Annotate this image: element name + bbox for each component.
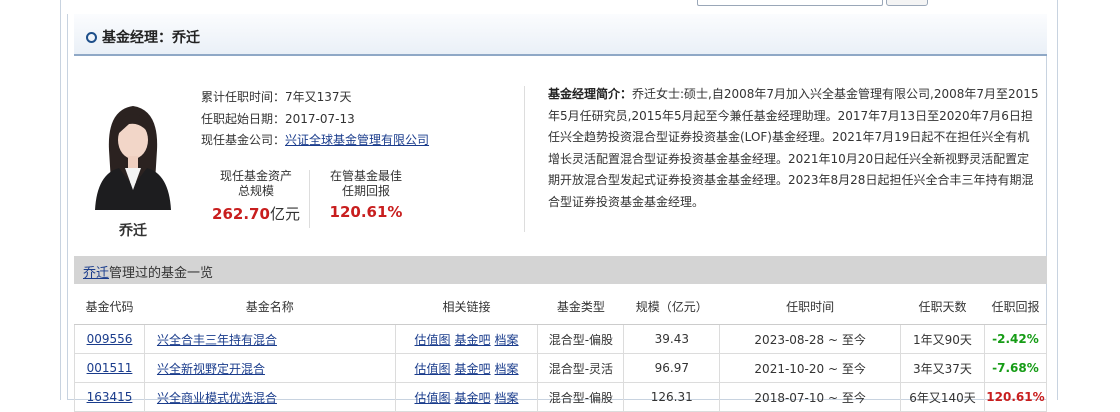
tenure-value: 7年又137天 <box>285 90 352 104</box>
table-header-row: 基金代码 基金名称 相关链接 基金类型 规模（亿元） 任职时间 任职天数 任职回… <box>74 288 1047 325</box>
table-row: 163415 兴全商业模式优选混合 估值图 基金吧 档案 混合型-偏股 126.31… <box>74 382 1048 412</box>
assets-label-line2: 总规模 <box>237 184 274 198</box>
company-label: 现任基金公司： <box>201 133 286 147</box>
fund-forum-link[interactable]: 基金吧 <box>455 362 491 376</box>
search-button[interactable] <box>886 0 928 6</box>
fund-name-link[interactable]: 兴全合丰三年持有混合 <box>157 333 277 347</box>
funds-section-header: 乔迁管理过的基金一览 <box>74 256 1047 284</box>
funds-section-title-rest: 管理过的基金一览 <box>109 266 214 281</box>
fund-type: 混合型-偏股 <box>537 382 625 412</box>
tenure-return: -2.42% <box>983 324 1048 354</box>
fund-size: 96.97 <box>623 353 721 383</box>
manager-name-link[interactable]: 乔迁 <box>83 266 109 281</box>
tenure-label: 累计任职时间： <box>201 90 286 104</box>
col-header: 基金名称 <box>144 288 396 325</box>
valuation-chart-link[interactable]: 估值图 <box>415 333 451 347</box>
tenure-period: 2023-08-28 ~ 至今 <box>719 324 902 354</box>
assets-label: 现任基金资产 总规模 <box>208 169 304 199</box>
bio-text: 乔迁女士:硕士,自2008年7月加入兴全基金管理有限公司,2008年7月至201… <box>548 87 1039 209</box>
fund-profile-link[interactable]: 档案 <box>495 391 519 405</box>
funds-section-title: 乔迁管理过的基金一览 <box>83 262 213 281</box>
col-header: 相关链接 <box>395 288 538 325</box>
tenure-period: 2021-10-20 ~ 至今 <box>719 353 902 383</box>
start-date-value: 2017-07-13 <box>285 112 355 126</box>
start-date-label: 任职起始日期： <box>201 112 286 126</box>
tenure-return: 120.61% <box>983 382 1048 412</box>
fund-profile-link[interactable]: 档案 <box>495 333 519 347</box>
tenure-line: 累计任职时间：7年又137天 <box>201 88 352 105</box>
col-header: 基金代码 <box>74 288 145 325</box>
fund-size: 126.31 <box>623 382 721 412</box>
manager-photo <box>89 90 177 210</box>
assets-value: 262.70亿元 <box>208 203 304 224</box>
fund-type: 混合型-灵活 <box>537 353 625 383</box>
return-value: 120.61% <box>329 203 403 221</box>
bio-label: 基金经理简介： <box>548 87 633 101</box>
tenure-return: -7.68% <box>983 353 1048 383</box>
return-label: 在管基金最佳 任期回报 <box>318 169 414 199</box>
col-header: 任职回报 <box>984 288 1047 325</box>
col-header: 任职时间 <box>719 288 901 325</box>
fund-code-link[interactable]: 001511 <box>87 361 133 375</box>
col-header: 规模（亿元） <box>623 288 720 325</box>
return-label-line2: 任期回报 <box>341 184 390 198</box>
circle-bullet-icon <box>86 32 97 43</box>
tenure-days: 1年又90天 <box>900 324 985 354</box>
col-header: 任职天数 <box>900 288 985 325</box>
start-date-line: 任职起始日期：2017-07-13 <box>201 110 355 127</box>
assets-label-line1: 现任基金资产 <box>219 169 292 183</box>
table-row: 001511 兴全新视野定开混合 估值图 基金吧 档案 混合型-灵活 96.97 2… <box>74 353 1048 383</box>
assets-number: 262.70 <box>212 205 270 223</box>
tenure-period: 2018-07-10 ~ 至今 <box>719 382 902 412</box>
panel-header: 基金经理：乔迁 <box>74 14 1047 56</box>
manager-bio: 基金经理简介：乔迁女士:硕士,自2008年7月加入兴全基金管理有限公司,2008… <box>548 84 1040 213</box>
return-label-line1: 在管基金最佳 <box>329 169 402 183</box>
bio-divider <box>524 86 525 232</box>
fund-name-link[interactable]: 兴全商业模式优选混合 <box>157 391 277 405</box>
col-header: 基金类型 <box>537 288 624 325</box>
assets-unit: 亿元 <box>269 205 300 223</box>
fund-profile-link[interactable]: 档案 <box>495 362 519 376</box>
fund-code-link[interactable]: 163415 <box>87 390 133 404</box>
manager-panel: 基金经理：乔迁 乔迁 累计任职时间：7年又137天 任职起始日期：2017-07… <box>67 14 1048 412</box>
search-input[interactable] <box>697 0 883 6</box>
valuation-chart-link[interactable]: 估值图 <box>415 391 451 405</box>
stat-divider <box>309 170 310 228</box>
tenure-days: 6年又140天 <box>900 382 985 412</box>
fund-name-link[interactable]: 兴全新视野定开混合 <box>157 362 265 376</box>
table-row: 009556 兴全合丰三年持有混合 估值图 基金吧 档案 混合型-偏股 39.43 … <box>74 324 1048 354</box>
company-line: 现任基金公司：兴证全球基金管理有限公司 <box>201 131 429 148</box>
panel-title: 基金经理：乔迁 <box>102 30 200 46</box>
company-link[interactable]: 兴证全球基金管理有限公司 <box>285 133 429 147</box>
tenure-days: 3年又37天 <box>900 353 985 383</box>
fund-forum-link[interactable]: 基金吧 <box>455 391 491 405</box>
fund-size: 39.43 <box>623 324 721 354</box>
valuation-chart-link[interactable]: 估值图 <box>415 362 451 376</box>
fund-forum-link[interactable]: 基金吧 <box>455 333 491 347</box>
funds-table: 基金代码 基金名称 相关链接 基金类型 规模（亿元） 任职时间 任职天数 任职回… <box>74 288 1048 412</box>
fund-code-link[interactable]: 009556 <box>87 332 133 346</box>
manager-name: 乔迁 <box>119 223 147 239</box>
fund-type: 混合型-偏股 <box>537 324 625 354</box>
